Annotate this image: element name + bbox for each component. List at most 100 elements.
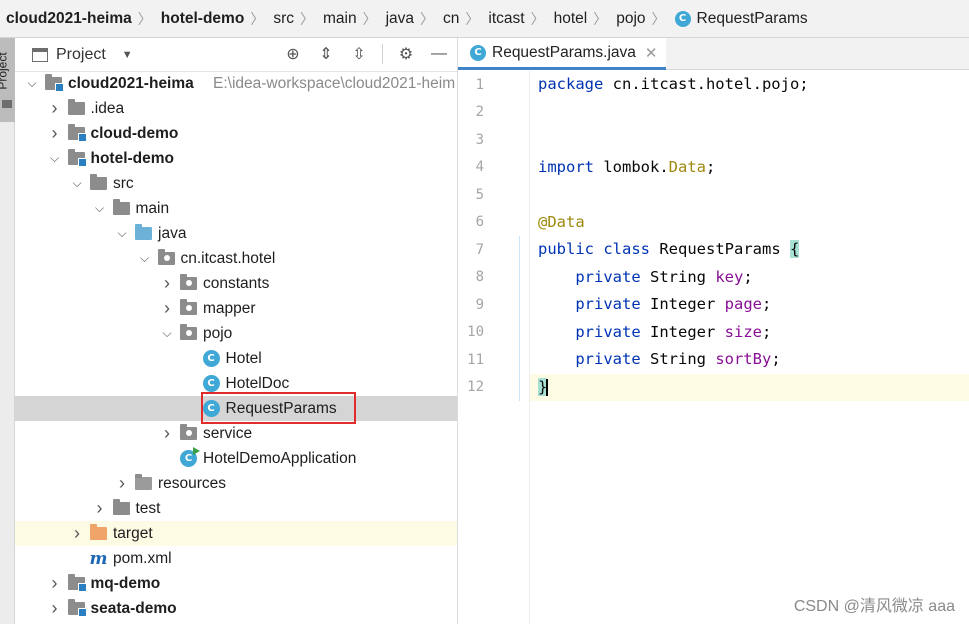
code-line-1: package cn.itcast.hotel.pojo;	[538, 75, 809, 93]
tree-row[interactable]: ⌵ cn.itcast.hotel	[15, 246, 457, 271]
line-number: 3	[475, 132, 484, 148]
line-number: 2	[475, 104, 484, 120]
tree-row[interactable]: ⌵ hotel-demo	[15, 146, 457, 171]
maven-icon: m	[89, 548, 108, 569]
tree-row[interactable]: › .idea	[15, 96, 457, 121]
tree-item-label: pom.xml	[113, 549, 172, 567]
chevron-right-icon[interactable]: ›	[48, 598, 62, 619]
tree-item-label: HotelDoc	[225, 374, 290, 392]
chevron-down-icon[interactable]: ⌵	[93, 201, 107, 216]
tree-row[interactable]: › mq-demo	[15, 571, 457, 596]
locate-icon[interactable]: ⊕	[283, 44, 303, 64]
breadcrumb-item-itcast[interactable]: itcast	[488, 10, 524, 28]
class-icon: C	[202, 375, 220, 392]
breadcrumb-item-project[interactable]: cloud2021-heima	[6, 10, 132, 28]
tree-row[interactable]: › mapper	[15, 296, 457, 321]
tree-row[interactable]: › target	[15, 521, 457, 546]
chevron-right-icon[interactable]: ›	[93, 498, 107, 519]
tree-item-label: seata-demo	[90, 599, 177, 617]
tree-row[interactable]: ⌵ main	[15, 196, 457, 221]
project-panel-title[interactable]: Project	[56, 46, 106, 64]
code-line-10: private Integer size;	[575, 323, 772, 341]
chevron-right-icon[interactable]: ›	[48, 573, 62, 594]
chevron-right-icon: 〉	[465, 10, 480, 27]
chevron-down-icon[interactable]: ⌵	[138, 251, 152, 266]
package-icon	[180, 299, 197, 317]
hide-icon[interactable]: —	[429, 44, 449, 64]
folder-icon	[112, 199, 130, 217]
module-folder-icon	[45, 74, 64, 92]
tree-item-label: HotelDemoApplication	[203, 449, 357, 467]
chevron-right-icon[interactable]: ›	[48, 98, 62, 119]
folder-icon	[2, 100, 12, 108]
breadcrumb-item-module[interactable]: hotel-demo	[161, 10, 245, 28]
chevron-right-icon[interactable]: ›	[160, 298, 174, 319]
line-number: 1	[475, 77, 484, 93]
line-number: 12	[467, 379, 484, 395]
chevron-right-icon[interactable]: ›	[160, 273, 174, 294]
chevron-down-icon[interactable]: ⌵	[25, 76, 39, 91]
breadcrumb-item-main[interactable]: main	[323, 10, 357, 28]
class-icon: C	[674, 10, 691, 27]
tree-row[interactable]: › seata-demo	[15, 596, 457, 621]
package-icon	[180, 274, 197, 292]
tree-item-label: cloud-demo	[90, 124, 179, 142]
tree-row[interactable]: › constants	[15, 271, 457, 296]
code-line-7: public class RequestParams {	[538, 240, 800, 258]
package-icon	[180, 424, 197, 442]
tree-row[interactable]: › test	[15, 496, 457, 521]
tree-item-label: cloud2021-heima	[68, 74, 194, 92]
tab-label: RequestParams.java	[492, 43, 636, 61]
collapse-all-icon[interactable]: ⇳	[349, 44, 369, 64]
tree-row[interactable]: C HotelDemoApplication	[15, 446, 457, 471]
code-line-11: private String sortBy;	[575, 350, 781, 368]
package-icon	[157, 249, 175, 267]
tree-item-label: target	[113, 524, 153, 542]
chevron-down-icon[interactable]: ⌵	[160, 326, 174, 341]
project-panel: Project ▼ ⊕ ⇕ ⇳ ⚙ — ⌵ cloud2021-heima E:\i…	[15, 38, 458, 624]
source-folder-icon	[135, 224, 152, 242]
tree-row[interactable]: ⌵ src	[15, 171, 457, 196]
project-tool-window-tab[interactable]: Project	[0, 38, 15, 122]
chevron-right-icon[interactable]: ›	[115, 473, 129, 494]
chevron-right-icon[interactable]: ›	[70, 523, 84, 544]
tree-row[interactable]: › cloud-demo	[15, 121, 457, 146]
tree-item-label: constants	[203, 274, 270, 292]
tab-request-params[interactable]: C RequestParams.java ✕	[458, 38, 666, 70]
close-icon[interactable]: ✕	[645, 44, 658, 62]
tree-row[interactable]: ⌵ pojo	[15, 321, 457, 346]
breadcrumb-item-src[interactable]: src	[273, 10, 294, 28]
tree-row[interactable]: ⌵ cloud2021-heima E:\idea-workspace\cloud2…	[15, 71, 457, 96]
chevron-right-icon[interactable]: ›	[160, 423, 174, 444]
chevron-down-icon[interactable]: ⌵	[115, 226, 129, 241]
chevron-right-icon[interactable]: ›	[48, 123, 62, 144]
class-icon: C	[202, 350, 220, 367]
tree-item-label: test	[135, 499, 161, 517]
breadcrumb-item-hotel[interactable]: hotel	[554, 10, 588, 28]
tree-row[interactable]: C Hotel	[15, 346, 457, 371]
tree-row[interactable]: m pom.xml	[15, 546, 457, 571]
tree-row[interactable]: › resources	[15, 471, 457, 496]
chevron-down-icon[interactable]: ⌵	[48, 151, 62, 166]
line-number: 8	[475, 269, 484, 285]
tree-item-label: mapper	[203, 299, 256, 317]
breadcrumb-item-class[interactable]: C RequestParams	[674, 10, 808, 28]
gear-icon[interactable]: ⚙	[396, 44, 416, 64]
code-line-9: private Integer page;	[575, 295, 772, 313]
breadcrumb-item-pojo[interactable]: pojo	[616, 10, 645, 28]
chevron-right-icon: 〉	[137, 10, 152, 27]
line-number: 5	[475, 187, 484, 203]
tree-row[interactable]: › service	[15, 421, 457, 446]
breadcrumb-item-cn[interactable]: cn	[443, 10, 459, 28]
tree-row[interactable]: ⌵ java	[15, 221, 457, 246]
class-icon: C	[470, 44, 486, 61]
code-editor[interactable]: package cn.itcast.hotel.pojo; import lom…	[531, 71, 969, 624]
chevron-down-icon[interactable]: ▼	[122, 49, 133, 61]
expand-all-icon[interactable]: ⇕	[316, 44, 336, 64]
chevron-right-icon: 〉	[362, 10, 377, 27]
folder-icon	[112, 499, 130, 517]
chevron-down-icon[interactable]: ⌵	[70, 176, 84, 191]
breadcrumb-item-java[interactable]: java	[386, 10, 414, 28]
folder-icon	[90, 174, 107, 192]
code-line-12: }	[538, 378, 549, 396]
